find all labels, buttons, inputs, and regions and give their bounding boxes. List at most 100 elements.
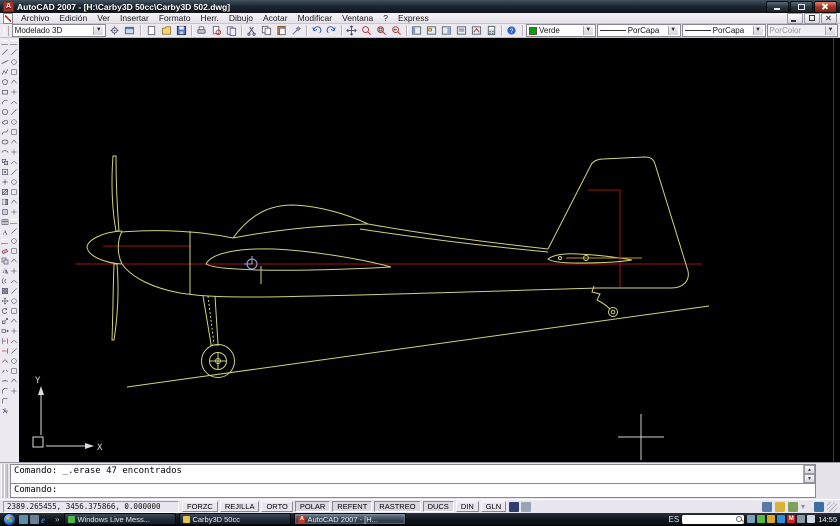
designcenter-button[interactable] <box>424 24 439 37</box>
taskbar-clock[interactable]: 14:55 <box>818 515 837 524</box>
toolbar-grab-handle[interactable] <box>10 40 17 45</box>
explode-button[interactable] <box>0 406 9 416</box>
minimize-button[interactable] <box>766 0 789 13</box>
open-button[interactable] <box>159 24 174 37</box>
stretch-button[interactable] <box>0 326 9 336</box>
window-switcher-icon[interactable] <box>30 514 39 524</box>
gradient-button[interactable] <box>0 197 9 207</box>
side-tool-button[interactable] <box>9 77 18 87</box>
side-tool-button[interactable] <box>9 117 18 127</box>
side-tool-button[interactable] <box>9 137 18 147</box>
toggle-ducs[interactable]: DUCS <box>422 501 454 512</box>
side-tool-button[interactable] <box>9 167 18 177</box>
break-at-point-button[interactable] <box>0 356 9 366</box>
tool-palettes-button[interactable] <box>439 24 454 37</box>
side-tool-button[interactable] <box>9 356 18 366</box>
network-icon[interactable] <box>747 515 756 523</box>
side-tool-button[interactable] <box>9 87 18 97</box>
menu-modificar[interactable]: Modificar <box>293 13 337 23</box>
child-restore-button[interactable] <box>804 12 820 24</box>
display-icon[interactable] <box>797 515 806 523</box>
scale-button[interactable] <box>0 316 9 326</box>
side-tool-button[interactable] <box>9 177 18 187</box>
circle-button[interactable] <box>0 107 9 117</box>
table-button[interactable] <box>0 217 9 227</box>
undo-button[interactable] <box>309 24 324 37</box>
match-properties-button[interactable] <box>289 24 304 37</box>
side-tool-button[interactable] <box>9 326 18 336</box>
side-tool-button[interactable] <box>9 316 18 326</box>
save-button[interactable] <box>174 24 189 37</box>
toggle-orto[interactable]: ORTO <box>261 501 293 512</box>
annotation-scale-icon[interactable] <box>762 501 772 512</box>
ellipse-arc-button[interactable] <box>0 147 9 157</box>
side-tool-button[interactable] <box>9 236 18 246</box>
point-button[interactable] <box>0 177 9 187</box>
qnew-button[interactable] <box>144 24 159 37</box>
side-tool-button[interactable] <box>9 127 18 137</box>
side-tool-button[interactable] <box>9 187 18 197</box>
menu-archivo[interactable]: Archivo <box>16 13 54 23</box>
toolbar-grab-handle[interactable] <box>1 40 8 45</box>
toggle-din[interactable]: DIN <box>455 501 479 512</box>
offset-button[interactable] <box>0 276 9 286</box>
child-close-button[interactable] <box>821 12 837 24</box>
redo-button[interactable] <box>324 24 339 37</box>
side-tool-button[interactable] <box>9 197 18 207</box>
toolbar-grab-handle[interactable] <box>4 25 9 36</box>
side-tool-button[interactable] <box>9 336 18 346</box>
plot-preview-button[interactable] <box>209 24 224 37</box>
internet-explorer-icon[interactable]: e <box>41 515 50 525</box>
scroll-down-icon[interactable]: ▼ <box>804 474 815 483</box>
ellipse-button[interactable] <box>0 137 9 147</box>
app-tray-icon[interactable] <box>777 515 786 523</box>
menu-insertar[interactable]: Insertar <box>115 13 154 23</box>
menu-ventana[interactable]: Ventana <box>337 13 378 23</box>
side-tool-button[interactable] <box>9 366 18 376</box>
drawing-file-icon[interactable] <box>3 12 13 24</box>
taskbar-task-3[interactable]: A AutoCAD 2007 - [H... <box>294 513 407 525</box>
toggle-gln[interactable]: GLN <box>480 501 507 512</box>
side-tool-button[interactable] <box>9 207 18 217</box>
search-input[interactable] <box>682 514 745 524</box>
cut-button[interactable] <box>244 24 259 37</box>
menu-herr-[interactable]: Herr. <box>195 13 223 23</box>
side-tool-button[interactable] <box>9 226 18 236</box>
markup-manager-button[interactable] <box>469 24 484 37</box>
fillet-button[interactable] <box>0 396 9 406</box>
help-button[interactable]: ? <box>504 24 519 37</box>
zoom-realtime-button[interactable] <box>359 24 374 37</box>
mirror-button[interactable] <box>0 266 9 276</box>
m-agent-icon[interactable]: M <box>787 515 796 523</box>
command-prompt[interactable]: Comando: <box>11 484 815 497</box>
side-tool-button[interactable] <box>9 57 18 67</box>
toolbar-grab-handle[interactable] <box>1 239 8 244</box>
start-button[interactable] <box>3 512 16 526</box>
tray-settings-icon[interactable] <box>788 501 798 512</box>
side-tool-button[interactable] <box>9 276 18 286</box>
layout-icon[interactable] <box>521 501 532 512</box>
toggle-polar[interactable]: POLAR <box>294 501 331 512</box>
child-minimize-button[interactable] <box>787 12 803 24</box>
toggle-rastreo[interactable]: RASTREO <box>374 501 421 512</box>
menu-dibujo[interactable]: Dibujo <box>224 13 258 23</box>
properties-button[interactable] <box>409 24 424 37</box>
side-tool-button[interactable] <box>9 107 18 117</box>
rotate-button[interactable] <box>0 306 9 316</box>
extend-button[interactable] <box>0 346 9 356</box>
polyline-button[interactable] <box>0 67 9 77</box>
command-window-grab-handle[interactable] <box>1 464 8 498</box>
side-tool-button[interactable] <box>9 147 18 157</box>
plot-button[interactable] <box>194 24 209 37</box>
lock-icon[interactable] <box>775 501 785 512</box>
show-desktop-icon[interactable] <box>19 514 28 524</box>
maximize-button[interactable] <box>790 0 813 13</box>
toggle-refent[interactable]: REFENT <box>332 501 373 512</box>
toolbar-grab-handle[interactable] <box>10 219 17 224</box>
break-button[interactable] <box>0 366 9 376</box>
menu-formato[interactable]: Formato <box>154 13 196 23</box>
volume-icon[interactable] <box>807 515 816 523</box>
command-history[interactable]: Comando: _.erase 47 encontrados ▲ ▼ <box>11 465 815 484</box>
drawing-canvas[interactable]: Y X <box>19 38 840 462</box>
update-icon[interactable] <box>767 515 776 523</box>
